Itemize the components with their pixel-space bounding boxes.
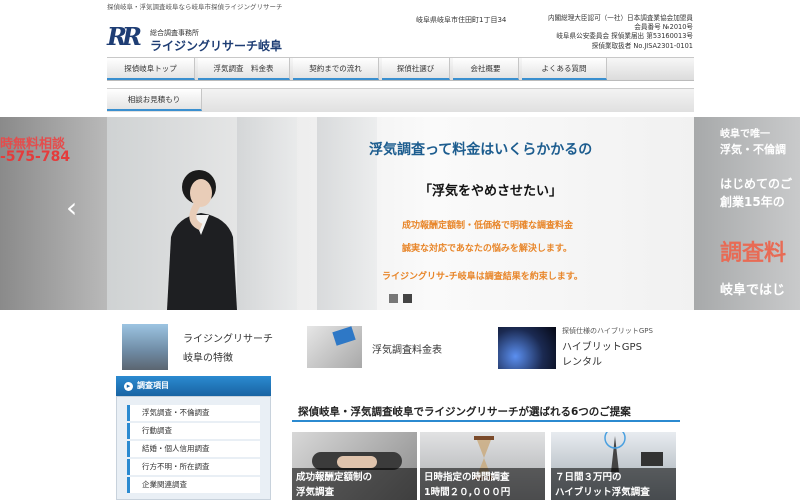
sidebar-item-missing[interactable]: 行方不明・所在調査 — [127, 459, 260, 475]
hero-right-text: 調査料 — [720, 241, 787, 266]
slider-dot-active[interactable] — [403, 294, 412, 303]
site-tagline: 探偵岐阜・浮気調査岐阜なら岐阜市探偵ライジングリサーチ — [107, 3, 283, 11]
hero-next-slide[interactable]: 岐阜で唯一 浮気・不倫調 はじめてのご 創業15年の 調査料 岐阜ではじ — [694, 117, 800, 310]
logo-name[interactable]: ライジングリサーチ岐阜 — [150, 37, 282, 54]
woman-illustration — [167, 170, 237, 310]
sidebar-menu: 浮気調査・不倫調査 行動調査 結婚・個人信用調査 行方不明・所在調査 企業関連調… — [116, 396, 271, 500]
card-line: 成功報酬定額制の — [296, 472, 373, 483]
nav-item-top[interactable]: 探偵岐阜トップ — [107, 58, 195, 80]
nav-item-estimate[interactable]: 相談お見積もり — [107, 89, 202, 111]
feature-link-gps[interactable]: ハイブリットGPS レンタル — [562, 340, 642, 370]
hero-prev-slide[interactable]: 時無料相談 -575-784 ‹ — [0, 117, 107, 310]
nav-item-company[interactable]: 会社概要 — [453, 58, 519, 80]
feature-label: ハイブリットGPS — [562, 342, 642, 353]
license-line: 内閣総理大臣認可（一社）日本調査業協会加盟員 — [547, 14, 693, 22]
hero-right-text: はじめてのご — [720, 177, 793, 191]
hero-right-text: 岐阜ではじ — [720, 283, 786, 298]
proposal-card-label: 日時指定の時間調査 1時間２０,０００円 — [420, 468, 545, 500]
hero-point: 成功報酬定額制・低価格で明確な調査料金 — [402, 221, 574, 231]
hero-heading: 浮気調査って料金はいくらかかるの — [369, 142, 593, 158]
section-title: 探偵岐阜・浮気調査岐阜でライジングリサーチが選ばれる6つのご提案 — [298, 406, 631, 418]
card-line: 日時指定の時間調査 — [424, 472, 510, 483]
proposal-card-label: 成功報酬定額制の 浮気調査 — [292, 468, 417, 500]
license-line: 探偵業取扱者 No.JISA2301-0101 — [591, 41, 693, 50]
hero-right-text: 浮気・不倫調 — [720, 143, 786, 156]
sidebar-heading-label: 調査項目 — [137, 381, 169, 390]
window-decoration — [317, 117, 377, 310]
nav-item-flow[interactable]: 契約までの流れ — [293, 58, 379, 80]
building-photo[interactable] — [122, 324, 168, 370]
sidebar-item-corporate[interactable]: 企業関連調査 — [127, 477, 260, 493]
card-line: 浮気調査 — [296, 487, 335, 498]
proposal-card-label: ７日間３万円のハイブリット浮気調査 — [551, 468, 676, 500]
sidebar-item-affair[interactable]: 浮気調査・不倫調査 — [127, 405, 260, 421]
nav-item-choose[interactable]: 探偵社選び — [382, 58, 450, 80]
card-line: ハイブリット浮気調査 — [555, 487, 650, 498]
sidebar-item-behavior[interactable]: 行動調査 — [127, 423, 260, 439]
chevron-left-icon[interactable]: ‹ — [66, 191, 84, 225]
sidebar-heading: ▸ 調査項目 — [116, 376, 271, 396]
proposal-card[interactable]: 成功報酬定額制の 浮気調査 — [292, 432, 417, 500]
hero-point: 誠実な対応であなたの悩みを解決します。 — [402, 244, 573, 254]
feature-link-company[interactable]: ライジングリサーチ 岐阜の特徴 — [183, 330, 273, 368]
slider-dot[interactable] — [389, 294, 398, 303]
hero-current-slide: 浮気調査って料金はいくらかかるの 「浮気をやめさせたい」 成功報酬定額制・低価格… — [107, 117, 694, 310]
feature-label: 岐阜の特徴 — [183, 353, 233, 364]
feature-label: レンタル — [562, 357, 602, 368]
hero-right-text: 創業15年の — [720, 195, 785, 209]
circle-arrow-icon: ▸ — [124, 382, 133, 391]
feature-caption: 探偵仕様のハイブリットGPS — [562, 327, 653, 335]
feature-label: ライジングリサーチ — [183, 334, 273, 345]
page: 探偵岐阜・浮気調査岐阜なら岐阜市探偵ライジングリサーチ RR 総合調査事務所 ラ… — [0, 0, 800, 500]
nav-item-pricing[interactable]: 浮気調査 料金表 — [198, 58, 290, 80]
hero-quote: 「浮気をやめさせたい」 — [419, 184, 563, 199]
section-divider — [292, 420, 680, 422]
slider-pagination — [389, 294, 412, 303]
proposal-card[interactable]: ７日間３万円のハイブリット浮気調査 — [551, 432, 676, 500]
sub-nav: 相談お見積もり — [107, 88, 694, 112]
main-nav: 探偵岐阜トップ 浮気調査 料金表 契約までの流れ 探偵社選び 会社概要 よくある… — [107, 57, 694, 81]
hero-right-text: 岐阜で唯一 — [720, 129, 770, 140]
nav-item-faq[interactable]: よくある質問 — [522, 58, 607, 80]
license-info: 内閣総理大臣認可（一社）日本調査業協会加盟員 会員番号 №2010号 岐阜県公安… — [493, 14, 693, 51]
license-line: 岐阜県公安委員会 探偵業届出 第53160013号 — [556, 32, 693, 41]
card-line: 1時間２０,０００円 — [424, 487, 511, 498]
logo-mark[interactable]: RR — [107, 25, 147, 49]
feature-link-pricing[interactable]: 浮気調査料金表 — [372, 341, 442, 356]
hero-left-phone: -575-784 — [0, 149, 71, 165]
globe-gps-photo[interactable] — [498, 327, 556, 369]
hero-point: ライジングリサ-チ岐阜は調査結果を約束します。 — [382, 272, 583, 282]
card-line: ７日間３万円の — [555, 472, 622, 483]
proposal-card[interactable]: 日時指定の時間調査 1時間２０,０００円 — [420, 432, 545, 500]
hero-slider: 時無料相談 -575-784 ‹ 浮気調査って料金はいくらかかるの 「浮気をやめ… — [0, 117, 800, 310]
sidebar-item-marriage[interactable]: 結婚・個人信用調査 — [127, 441, 260, 457]
